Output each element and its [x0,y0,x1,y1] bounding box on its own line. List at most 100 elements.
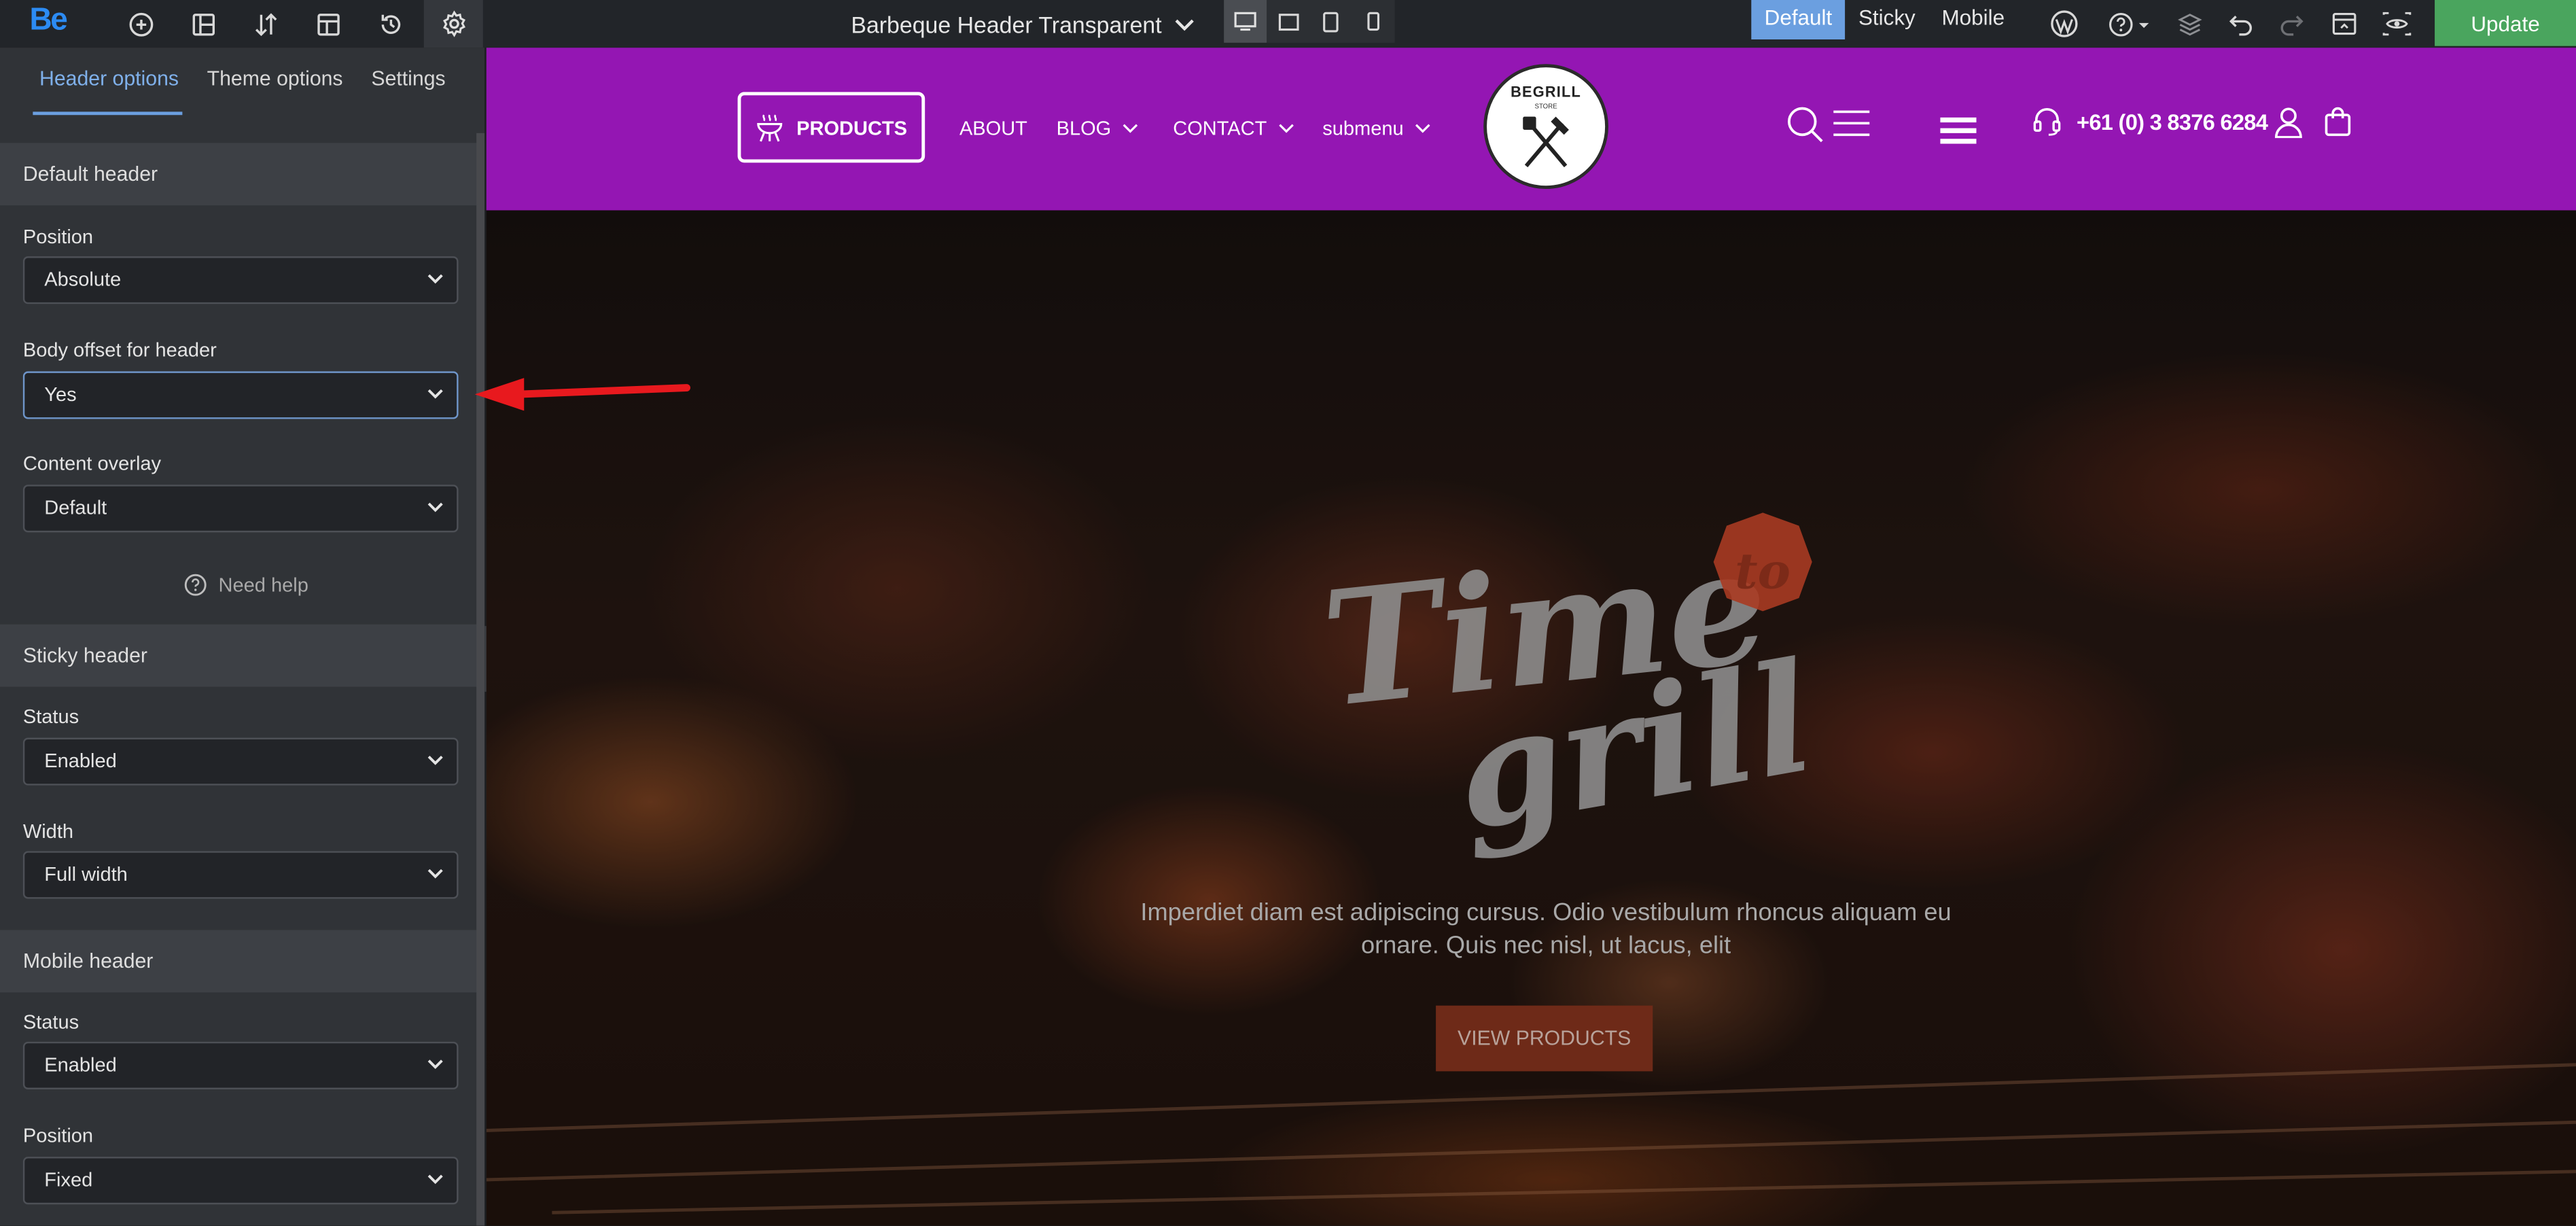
layers-icon[interactable] [2166,0,2215,48]
need-help-link[interactable]: Need help [184,574,308,597]
shopping-bag-icon[interactable] [2323,107,2353,137]
view-products-button[interactable]: VIEW PRODUCTS [1436,1005,1653,1072]
top-toolbar: Be Barbeque Header Transparent Default S… [0,0,2576,48]
body-offset-select[interactable]: Yes [22,371,459,419]
crossed-tools-icon [1523,116,1569,168]
mobile-status-label: Status [22,1010,80,1034]
position-select-value: Absolute [44,268,122,291]
templates-icon[interactable] [299,0,358,48]
mobile-status-select-value: Enabled [44,1053,117,1076]
body-offset-label: Body offset for header [22,338,217,362]
undo-icon[interactable] [2217,0,2266,48]
chevron-down-icon [427,1059,443,1070]
chevron-down-icon [427,274,443,284]
page-title-dropdown[interactable]: Barbeque Header Transparent [851,0,1195,48]
chevron-down-icon [427,869,443,879]
nav-contact[interactable]: CONTACT [1173,117,1294,140]
chevron-down-icon [427,755,443,765]
mobile-position-select[interactable]: Fixed [22,1157,459,1205]
chevron-down-icon [427,1174,443,1185]
content-overlay-select[interactable]: Default [22,485,459,533]
section-default-header[interactable]: Default header [0,143,485,206]
mobile-position-select-value: Fixed [44,1168,93,1191]
settings-gear-icon[interactable] [423,0,483,48]
chevron-down-icon [1279,124,1294,133]
nav-blog[interactable]: BLOG [1057,117,1140,140]
hero-badge: to [1713,512,1812,612]
tab-header-options[interactable]: Header options [39,67,179,90]
laptop-view-icon[interactable] [1267,0,1309,43]
hamburger-menu-icon[interactable] [1940,117,1977,145]
nav-submenu-label: submenu [1322,116,1404,140]
be-logo[interactable]: Be [30,3,68,39]
nav-about[interactable]: ABOUT [959,117,1027,140]
chevron-down-icon [427,389,443,399]
mobile-view-icon[interactable] [1352,0,1395,43]
grill-grate [486,1063,2576,1214]
tab-theme-options[interactable]: Theme options [207,67,343,90]
redo-icon[interactable] [2267,0,2316,48]
device-switcher [1224,0,1395,43]
search-icon[interactable] [1786,105,1825,145]
chevron-down-icon [1415,124,1431,133]
chevron-down-icon [427,502,443,512]
chevron-down-icon [1175,18,1195,31]
side-menu-icon[interactable] [1833,110,1870,137]
add-section-icon[interactable] [111,0,171,48]
products-button-label: PRODUCTS [796,116,908,139]
position-select[interactable]: Absolute [22,256,459,304]
sidebar-tabs: Header options Theme options Settings [0,48,484,116]
hero-section: Time to grill Imperdiet diam est adipisc… [486,210,2576,1226]
sticky-width-select[interactable]: Full width [22,851,459,899]
logo-subtext: STORE [1534,101,1557,110]
sticky-width-select-value: Full width [44,862,128,886]
headset-icon [2032,107,2062,137]
need-help-label: Need help [218,573,308,597]
begrill-logo[interactable]: BEGRILL STORE [1483,64,1608,190]
nav-contact-label: CONTACT [1173,116,1267,140]
sidebar-scrollbar[interactable] [476,133,485,1226]
products-button[interactable]: PRODUCTS [737,92,925,163]
options-sidebar: Header options Theme options Settings De… [0,48,485,1226]
wordpress-icon[interactable] [2039,0,2088,48]
sort-icon[interactable] [236,0,296,48]
hero-description: Imperdiet diam est adipiscing cursus. Od… [1140,898,1952,960]
add-element-icon[interactable] [174,0,233,48]
nav-about-label: ABOUT [959,116,1027,140]
eye-preview-icon[interactable] [2372,0,2422,48]
sticky-status-label: Status [22,705,80,729]
tablet-view-icon[interactable] [1309,0,1352,43]
preview-window-icon[interactable] [2320,0,2369,48]
active-tab-indicator [33,111,183,116]
annotation-arrow-icon [474,378,691,411]
section-sticky-header[interactable]: Sticky header [0,624,485,687]
history-icon[interactable] [361,0,421,48]
chevron-down-icon [1123,124,1139,133]
content-overlay-label: Content overlay [22,451,162,475]
grill-icon [756,113,782,141]
mode-mobile[interactable]: Mobile [1928,0,2017,39]
body-offset-select-value: Yes [44,383,77,406]
mode-sticky[interactable]: Sticky [1846,0,1929,39]
logo-text: BEGRILL [1511,84,1582,101]
position-label: Position [22,225,94,249]
hero-badge-text: to [1735,543,1790,601]
mode-default[interactable]: Default [1751,0,1846,40]
help-circle-icon [184,574,207,596]
user-account-icon[interactable] [2274,107,2304,139]
tab-settings[interactable]: Settings [371,67,445,90]
site-header: PRODUCTS ABOUT BLOG CONTACT submenu BEGR… [486,48,2576,211]
update-button[interactable]: Update [2435,0,2576,46]
mobile-status-select[interactable]: Enabled [22,1041,459,1089]
sticky-width-label: Width [22,820,74,843]
nav-submenu[interactable]: submenu [1322,117,1431,140]
section-mobile-header[interactable]: Mobile header [0,930,485,993]
header-mode-switcher: Default Sticky Mobile [1751,0,2017,40]
sticky-status-select[interactable]: Enabled [22,737,459,786]
help-menu-icon[interactable] [2101,0,2157,48]
site-preview: PRODUCTS ABOUT BLOG CONTACT submenu BEGR… [486,48,2576,1226]
phone-number[interactable]: +61 (0) 3 8376 6284 [2077,110,2268,135]
nav-blog-label: BLOG [1056,116,1112,140]
page-title: Barbeque Header Transparent [851,10,1162,37]
desktop-view-icon[interactable] [1224,0,1267,43]
